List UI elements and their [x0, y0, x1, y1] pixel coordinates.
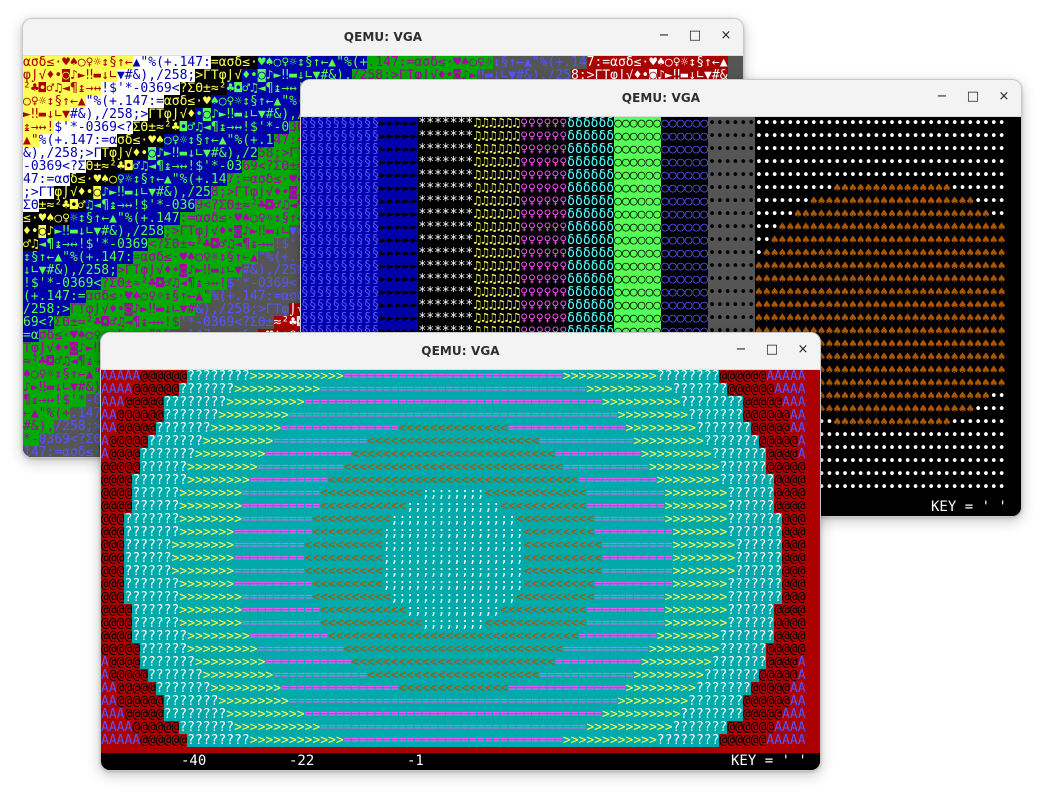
- vga-row: @@@??????>>>>>>>>=========<<<<<<<<<<;;;;…: [101, 539, 806, 552]
- vga-row: §§§§§§§§§§►►►►►*******♫♫♫♫♫♫♀♀♀♀♀♀δδδδδδ…: [301, 221, 1006, 234]
- vga-row: @@@??????>>>>>>>>=========<<<<<<<<<<;;;;…: [101, 565, 806, 578]
- vga-row: @@@@???????>>>>>>>>==========<<<<<<<<<<<…: [101, 474, 806, 487]
- vga-pattern-text: AAAAA@@@@@@????????>>>>>>>>>>>>=========…: [101, 370, 820, 753]
- minimize-button[interactable]: −: [933, 87, 951, 105]
- vga-row: @@@@??????>>>>>>>>==========<<<<<<<<<<<;…: [101, 604, 806, 617]
- status-bar: -40 -22 -1 KEY = ' ': [101, 753, 820, 770]
- vga-row: @@@???????>>>>>>>>=========<<<<<<<<<<;;;…: [101, 513, 806, 526]
- vga-row: §§§§§§§§§§►►►►►*******♫♫♫♫♫♫♀♀♀♀♀♀δδδδδδ…: [301, 312, 1006, 325]
- desktop: QEMU: VGA − □ × ασδ≤·♥♠○♀☼↕§↑←▲"%(+.147:…: [0, 0, 1043, 794]
- qemu-window-front[interactable]: QEMU: VGA − □ × AAAAA@@@@@@????????>>>>>…: [100, 332, 821, 771]
- vga-row: §§§§§§§§§§►►►►►*******♫♫♫♫♫♫♀♀♀♀♀♀δδδδδδ…: [301, 195, 1006, 208]
- key-indicator: KEY = ' ': [731, 753, 807, 769]
- vga-row: AA@@@@@@???????>>>>>>>>>================…: [101, 695, 806, 708]
- vga-row: §§§§§§§§§§►►►►►*******♫♫♫♫♫♫♀♀♀♀♀♀δδδδδδ…: [301, 156, 1006, 169]
- maximize-button[interactable]: □: [964, 87, 982, 105]
- vga-row: @@@@@??????>>>>>>>>>===========<<<<<<<<<…: [101, 643, 806, 656]
- close-button[interactable]: ×: [794, 340, 812, 358]
- vga-row: AAAA@@@@@@???????>>>>>>>>>>>============…: [101, 383, 806, 396]
- close-button[interactable]: ×: [717, 26, 735, 44]
- status-value-2: -22: [289, 753, 315, 769]
- vga-row: AAA@@@@@????????>>>>>>>>>>==============…: [101, 396, 806, 409]
- vga-row: AAAAA@@@@@@????????>>>>>>>>>>>>=========…: [101, 734, 806, 747]
- vga-row: §§§§§§§§§§►►►►►*******♫♫♫♫♫♫♀♀♀♀♀♀δδδδδδ…: [301, 273, 1006, 286]
- status-value-3: -1: [407, 753, 424, 769]
- vga-row: @@@@@??????>>>>>>>>>===========<<<<<<<<<…: [101, 461, 806, 474]
- maximize-button[interactable]: □: [763, 340, 781, 358]
- vga-row: §§§§§§§§§§►►►►►*******♫♫♫♫♫♫♀♀♀♀♀♀δδδδδδ…: [301, 143, 1006, 156]
- minimize-button[interactable]: −: [655, 26, 673, 44]
- vga-row: @@@@??????>>>>>>>>==========<<<<<<<<<<<<…: [101, 487, 806, 500]
- vga-row: §§§§§§§§§§►►►►►*******♫♫♫♫♫♫♀♀♀♀♀♀δδδδδδ…: [301, 169, 1006, 182]
- vga-row: §§§§§§§§§§►►►►►*******♫♫♫♫♫♫♀♀♀♀♀♀δδδδδδ…: [301, 247, 1006, 260]
- vga-row: AAAA@@@@@@???????>>>>>>>>>>>============…: [101, 721, 806, 734]
- vga-row: @@@???????>>>>>>>==========<<<<<<<<<;;;;…: [101, 526, 806, 539]
- vga-row: §§§§§§§§§§►►►►►*******♫♫♫♫♫♫♀♀♀♀♀♀δδδδδδ…: [301, 208, 1006, 221]
- vga-row: A@@@@???????>>>>>>>>>===========<<<<<<<<…: [101, 656, 806, 669]
- status-value-1: -40: [181, 753, 207, 769]
- vga-row: §§§§§§§§§§►►►►►*******♫♫♫♫♫♫♀♀♀♀♀♀δδδδδδ…: [301, 182, 1006, 195]
- vga-row: AAAAA@@@@@@????????>>>>>>>>>>>>=========…: [101, 370, 806, 383]
- vga-row: AAA@@@@@????????>>>>>>>>>>==============…: [101, 708, 806, 721]
- maximize-button[interactable]: □: [686, 26, 704, 44]
- vga-row: A@@@@???????>>>>>>>>>===========<<<<<<<<…: [101, 448, 806, 461]
- vga-row: AA@@@@@@???????>>>>>>>>>================…: [101, 409, 806, 422]
- vga-row: @@@???????>>>>>>>==========<<<<<<<<<;;;;…: [101, 578, 806, 591]
- close-button[interactable]: ×: [995, 87, 1013, 105]
- vga-row: A@@@@@???????>>>>>>>>>============<<<<<<…: [101, 669, 806, 682]
- vga-row: §§§§§§§§§§►►►►►*******♫♫♫♫♫♫♀♀♀♀♀♀δδδδδδ…: [301, 299, 1006, 312]
- vga-row: §§§§§§§§§§►►►►►*******♫♫♫♫♫♫♀♀♀♀♀♀δδδδδδ…: [301, 234, 1006, 247]
- vga-row: @@@@??????>>>>>>>>==========<<<<<<<<<<<;…: [101, 500, 806, 513]
- vga-row: @@@???????>>>>>>>>=========<<<<<<<<<<;;;…: [101, 591, 806, 604]
- window-controls: − □ ×: [732, 340, 812, 358]
- vga-row: AA@@@@@???????>>>>>>>>>===============<<…: [101, 682, 806, 695]
- window-titlebar[interactable]: QEMU: VGA − □ ×: [23, 19, 743, 56]
- vga-row: @@@@???????>>>>>>>>==========<<<<<<<<<<<…: [101, 630, 806, 643]
- vga-row: §§§§§§§§§§►►►►►*******♫♫♫♫♫♫♀♀♀♀♀♀δδδδδδ…: [301, 130, 1006, 143]
- window-title: QEMU: VGA: [343, 30, 423, 44]
- vga-row: A@@@@@???????>>>>>>>>>============<<<<<<…: [101, 435, 806, 448]
- vga-screen[interactable]: AAAAA@@@@@@????????>>>>>>>>>>>>=========…: [101, 370, 820, 770]
- key-indicator: KEY = ' ': [931, 499, 1007, 515]
- window-title: QEMU: VGA: [421, 344, 500, 358]
- window-controls: − □ ×: [933, 87, 1013, 105]
- window-titlebar[interactable]: QEMU: VGA − □ ×: [101, 333, 820, 370]
- window-titlebar[interactable]: QEMU: VGA − □ ×: [301, 80, 1021, 117]
- vga-row: @@@@??????>>>>>>>>==========<<<<<<<<<<<<…: [101, 617, 806, 630]
- vga-row: ασδ≤·♥♠○♀☼↕§↑←▲"%(+.147:=ασδ≤·♥♠○♀☼↕§↑←▲…: [23, 56, 728, 69]
- vga-row: §§§§§§§§§§►►►►►*******♫♫♫♫♫♫♀♀♀♀♀♀δδδδδδ…: [301, 286, 1006, 299]
- minimize-button[interactable]: −: [732, 340, 750, 358]
- vga-row: §§§§§§§§§§►►►►►*******♫♫♫♫♫♫♀♀♀♀♀♀δδδδδδ…: [301, 260, 1006, 273]
- vga-row: @@@??????>>>>>>>>=========<<<<<<<<<<;;;;…: [101, 552, 806, 565]
- window-controls: − □ ×: [655, 26, 735, 44]
- vga-row: AA@@@@@???????>>>>>>>>>===============<<…: [101, 422, 806, 435]
- vga-row: §§§§§§§§§§►►►►►*******♫♫♫♫♫♫♀♀♀♀♀♀δδδδδδ…: [301, 117, 1006, 130]
- window-title: QEMU: VGA: [621, 91, 701, 105]
